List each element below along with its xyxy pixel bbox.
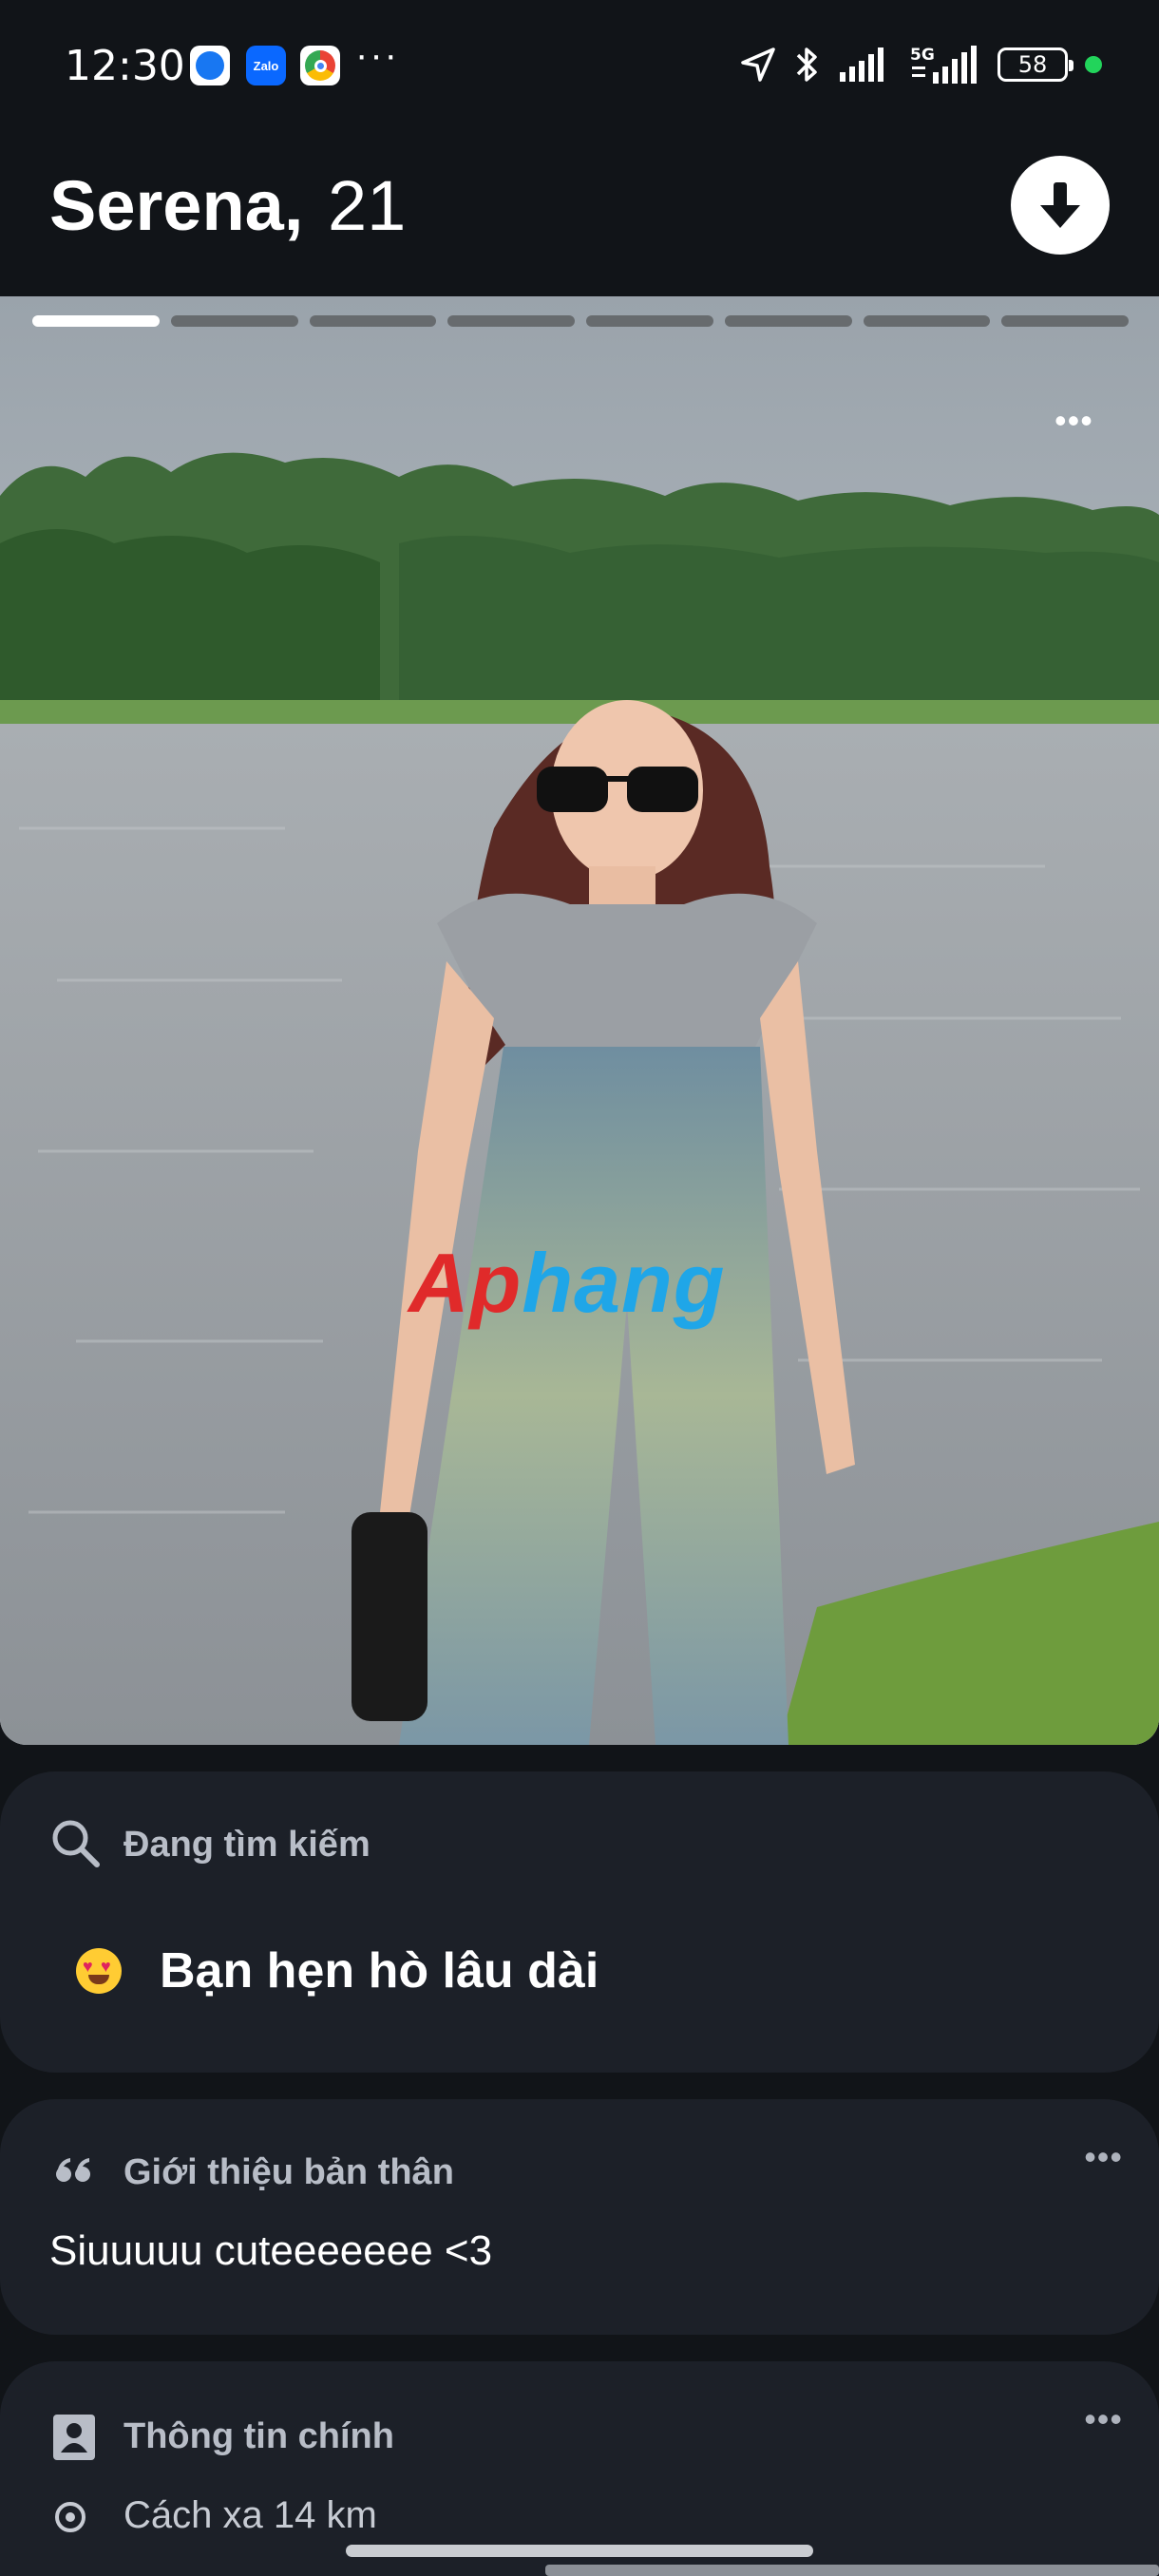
screen: 12:30 Zalo ··· 5G 58 Serena, 21 ••• Apha… [0, 0, 1159, 2576]
photo-progress [32, 315, 1129, 331]
profile-age: 21 [328, 166, 407, 245]
collapse-profile-button[interactable] [1011, 156, 1110, 255]
photo-indicator-4[interactable] [447, 315, 575, 327]
profile-header: Serena, 21 [0, 142, 1159, 266]
bio-title: Giới thiệu bản thân [124, 2152, 454, 2192]
battery-icon: 58 [998, 47, 1074, 82]
bluetooth-icon [794, 44, 821, 85]
signal-5g-icon: 5G [908, 44, 980, 85]
looking-for-card: Đang tìm kiếm ♥ ♥ Bạn hẹn hò lâu dài [0, 1771, 1159, 2073]
distance-text: Cách xa 14 km [124, 2494, 377, 2536]
privacy-indicator-dot [1085, 56, 1102, 73]
photo-indicator-5[interactable] [586, 315, 713, 327]
scroll-indicator [545, 2565, 1159, 2576]
looking-for-value: Bạn hẹn hò lâu dài [160, 1943, 599, 1998]
photo-indicator-2[interactable] [170, 315, 298, 327]
profile-photo[interactable] [0, 296, 1159, 1745]
photo-indicator-6[interactable] [724, 315, 852, 327]
photo-watermark: Aphang [408, 1236, 726, 1330]
status-indicators: 5G 58 [739, 42, 1102, 87]
photo-indicator-7[interactable] [863, 315, 991, 327]
photo-indicator-3[interactable] [309, 315, 437, 327]
chrome-icon [300, 46, 340, 85]
location-icon [739, 46, 777, 84]
svg-text:5G: 5G [910, 46, 935, 65]
photo-indicator-8[interactable] [1001, 315, 1129, 327]
photo-indicator-1[interactable] [32, 315, 160, 327]
search-icon [49, 1817, 101, 1868]
home-indicator[interactable] [346, 2545, 813, 2557]
signal-icon [838, 46, 891, 84]
bio-more-icon[interactable]: ••• [1084, 2137, 1123, 2177]
status-time: 12:30 [65, 42, 185, 90]
basics-more-icon[interactable]: ••• [1084, 2399, 1123, 2439]
person-card-icon [53, 2415, 95, 2460]
profile-name: Serena, [49, 166, 304, 245]
messenger-icon [190, 46, 230, 85]
location-pin-icon [53, 2500, 87, 2534]
arrow-down-icon [1040, 182, 1080, 228]
looking-for-title: Đang tìm kiếm [124, 1825, 370, 1865]
photo-options-icon[interactable]: ••• [1054, 401, 1093, 441]
heart-eyes-emoji-icon: ♥ ♥ [76, 1948, 122, 1994]
bio-card: Giới thiệu bản thân ••• Siuuuuu cuteeeee… [0, 2099, 1159, 2335]
zalo-icon: Zalo [246, 46, 286, 85]
quote-icon [55, 2156, 93, 2185]
basics-title: Thông tin chính [124, 2416, 394, 2456]
bio-text: Siuuuuu cuteeeeeee <3 [49, 2227, 493, 2274]
more-notifications-icon: ··· [355, 34, 399, 76]
status-bar: 12:30 Zalo ··· 5G 58 [0, 0, 1159, 133]
